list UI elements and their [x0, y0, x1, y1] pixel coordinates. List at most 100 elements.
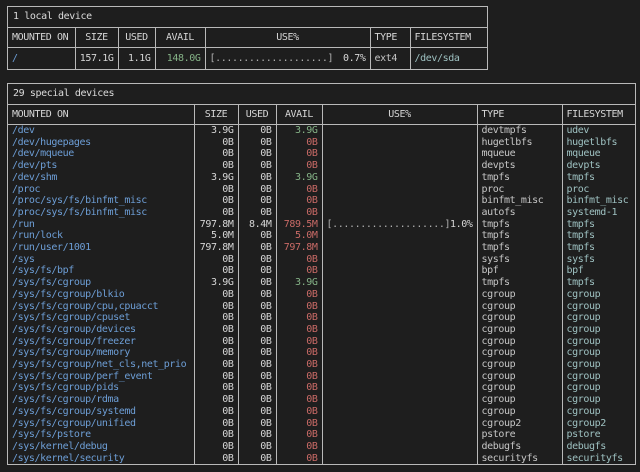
mount-point-cell: /sys/fs/cgroup/unified — [8, 418, 194, 430]
avail-cell: 0B — [276, 336, 322, 348]
fs-type-cell: cgroup — [477, 336, 562, 348]
filesystem-cell: cgroup — [562, 289, 635, 301]
fs-type-cell: devpts — [477, 160, 562, 172]
fs-type-cell: cgroup — [477, 394, 562, 406]
avail-cell: 0B — [276, 394, 322, 406]
usage-cell — [322, 371, 477, 383]
mount-point-cell: /sys/fs/cgroup/freezer — [8, 336, 194, 348]
mount-point-cell: /sys/kernel/security — [8, 453, 194, 465]
used-cell: 0B — [238, 347, 276, 359]
size-cell: 157.1G — [75, 48, 118, 70]
special-devices-title: 29 special devices — [8, 84, 635, 105]
usage-cell — [322, 453, 477, 465]
avail-cell: 0B — [276, 148, 322, 160]
filesystem-cell: cgroup — [562, 336, 635, 348]
usage-cell — [322, 289, 477, 301]
size-cell: 0B — [194, 453, 238, 465]
filesystem-cell: securityfs — [562, 453, 635, 465]
mount-point-cell: /sys/fs/cgroup/perf_event — [8, 371, 194, 383]
size-cell: 3.9G — [194, 125, 238, 137]
fs-type-cell: cgroup2 — [477, 418, 562, 430]
size-cell: 3.9G — [194, 277, 238, 289]
avail-cell: 3.9G — [276, 172, 322, 184]
size-cell: 0B — [194, 289, 238, 301]
usage-cell — [322, 230, 477, 242]
fs-type-cell: debugfs — [477, 441, 562, 453]
usage-bar: [....................] — [327, 219, 451, 230]
filesystem-cell: udev — [562, 125, 635, 137]
mount-point-cell: /sys/fs/cgroup/devices — [8, 324, 194, 336]
size-cell: 0B — [194, 347, 238, 359]
avail-cell: 0B — [276, 371, 322, 383]
fs-type-cell: securityfs — [477, 453, 562, 465]
avail-cell: 0B — [276, 418, 322, 430]
used-cell: 0B — [238, 207, 276, 219]
size-cell: 0B — [194, 406, 238, 418]
filesystem-cell: cgroup — [562, 359, 635, 371]
filesystem-cell: binfmt_misc — [562, 195, 635, 207]
fs-type-cell: cgroup — [477, 382, 562, 394]
used-cell: 8.4M — [238, 219, 276, 231]
fs-type-cell: tmpfs — [477, 219, 562, 231]
avail-cell: 0B — [276, 429, 322, 441]
fs-type-cell: cgroup — [477, 359, 562, 371]
filesystem-cell: /dev/sda — [410, 48, 487, 70]
col-header-use-percent: USE% — [322, 105, 477, 125]
usage-cell — [322, 277, 477, 289]
fs-row: /sys/fs/cgroup/rdma0B0B0Bcgroupcgroup — [8, 394, 635, 406]
filesystem-cell: proc — [562, 184, 635, 196]
avail-cell: 0B — [276, 359, 322, 371]
fs-type-cell: cgroup — [477, 371, 562, 383]
fs-type-cell: hugetlbfs — [477, 137, 562, 149]
size-cell: 5.0M — [194, 230, 238, 242]
avail-cell: 0B — [276, 207, 322, 219]
used-cell: 0B — [238, 265, 276, 277]
fs-row: /sys/fs/cgroup/devices0B0B0Bcgroupcgroup — [8, 324, 635, 336]
used-cell: 0B — [238, 418, 276, 430]
usage-percent: 0.7% — [343, 53, 365, 64]
avail-cell: 0B — [276, 347, 322, 359]
used-cell: 0B — [238, 242, 276, 254]
filesystem-cell: sysfs — [562, 254, 635, 266]
filesystem-cell: cgroup2 — [562, 418, 635, 430]
filesystem-cell: tmpfs — [562, 242, 635, 254]
filesystem-cell: cgroup — [562, 347, 635, 359]
usage-percent: 1.0% — [450, 219, 472, 231]
fs-row: /dev/shm3.9G0B3.9Gtmpfstmpfs — [8, 172, 635, 184]
avail-cell: 3.9G — [276, 277, 322, 289]
used-cell: 0B — [238, 160, 276, 172]
fs-type-cell: cgroup — [477, 406, 562, 418]
avail-cell: 5.0M — [276, 230, 322, 242]
size-cell: 0B — [194, 371, 238, 383]
mount-point-cell: /proc/sys/fs/binfmt_misc — [8, 195, 194, 207]
fs-row: /run797.8M8.4M789.5M1.0%[...............… — [8, 219, 635, 231]
col-header-type: TYPE — [370, 28, 410, 48]
avail-cell: 0B — [276, 453, 322, 465]
fs-row: /dev3.9G0B3.9Gdevtmpfsudev — [8, 125, 635, 137]
special-devices-rows: /dev3.9G0B3.9Gdevtmpfsudev/dev/hugepages… — [8, 125, 635, 465]
usage-cell — [322, 125, 477, 137]
used-cell: 0B — [238, 371, 276, 383]
filesystem-cell: cgroup — [562, 382, 635, 394]
avail-cell: 3.9G — [276, 125, 322, 137]
usage-cell — [322, 347, 477, 359]
fs-row: /sys/fs/cgroup/blkio0B0B0Bcgroupcgroup — [8, 289, 635, 301]
used-cell: 0B — [238, 277, 276, 289]
avail-cell: 0B — [276, 406, 322, 418]
fs-type-cell: tmpfs — [477, 277, 562, 289]
filesystem-cell: cgroup — [562, 324, 635, 336]
mount-point-cell: /proc/sys/fs/binfmt_misc — [8, 207, 194, 219]
avail-cell: 0B — [276, 441, 322, 453]
fs-type-cell: cgroup — [477, 289, 562, 301]
used-cell: 0B — [238, 382, 276, 394]
filesystem-cell: tmpfs — [562, 277, 635, 289]
used-cell: 0B — [238, 453, 276, 465]
usage-cell — [322, 137, 477, 149]
mount-point-cell: /sys/fs/cgroup/systemd — [8, 406, 194, 418]
size-cell: 0B — [194, 137, 238, 149]
fs-type-cell: mqueue — [477, 148, 562, 160]
fs-type-cell: pstore — [477, 429, 562, 441]
avail-cell: 148.0G — [155, 48, 205, 70]
local-devices-rows: /157.1G1.1G148.0G0.7%[..................… — [8, 48, 487, 70]
mount-point-cell: /sys/fs/cgroup/net_cls,net_prio — [8, 359, 194, 371]
